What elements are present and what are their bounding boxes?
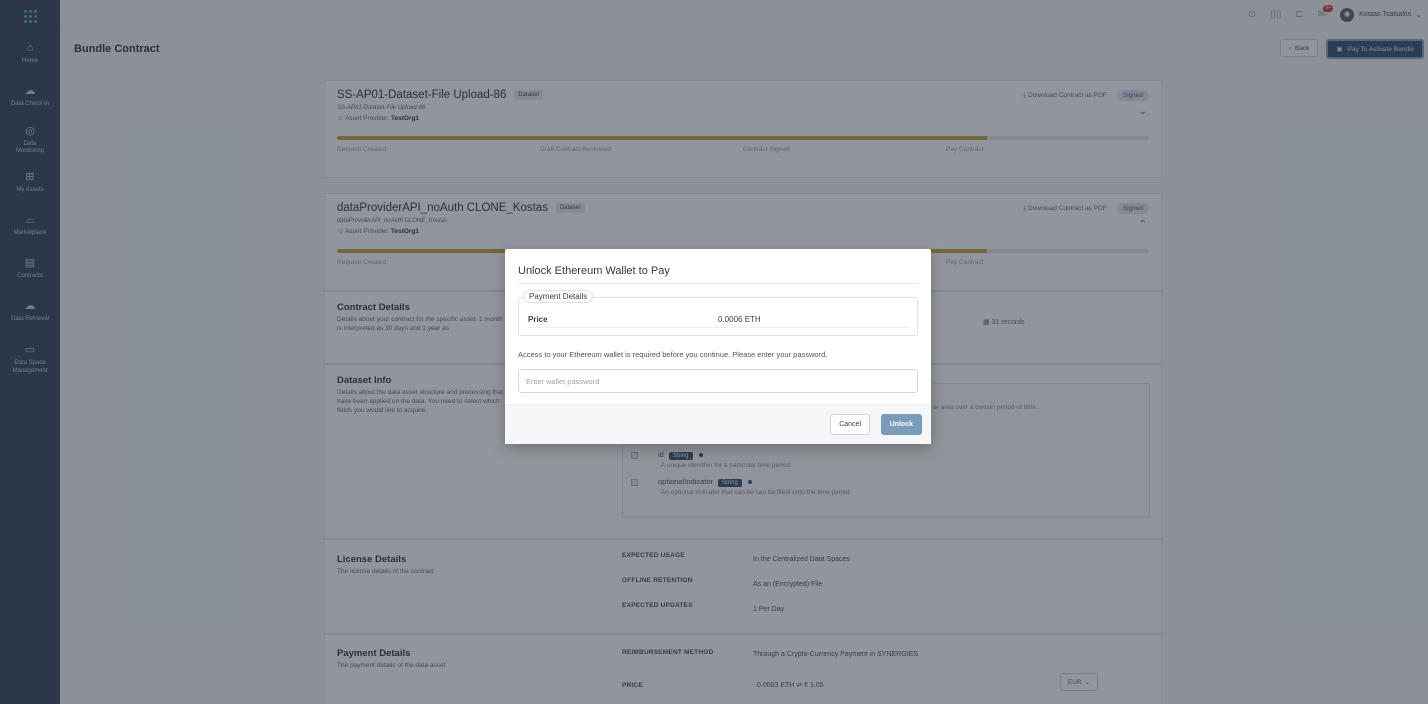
- modal-message: Access to your Ethereum wallet is requir…: [518, 350, 828, 359]
- divider: [528, 327, 908, 328]
- payment-details-legend: Payment Details: [523, 290, 594, 303]
- payment-details-box: Payment Details Price 0.0006 ETH: [518, 290, 918, 336]
- price-label: Price: [528, 315, 548, 324]
- unlock-button[interactable]: Unlock: [880, 414, 922, 435]
- unlock-wallet-modal: Unlock Ethereum Wallet to Pay Payment De…: [505, 249, 931, 444]
- modal-title: Unlock Ethereum Wallet to Pay: [518, 265, 670, 277]
- price-value: 0.0006 ETH: [718, 315, 761, 324]
- wallet-password-input[interactable]: [518, 369, 918, 393]
- cancel-button[interactable]: Cancel: [830, 414, 870, 435]
- divider: [518, 283, 918, 284]
- modal-footer: Cancel Unlock: [505, 404, 931, 444]
